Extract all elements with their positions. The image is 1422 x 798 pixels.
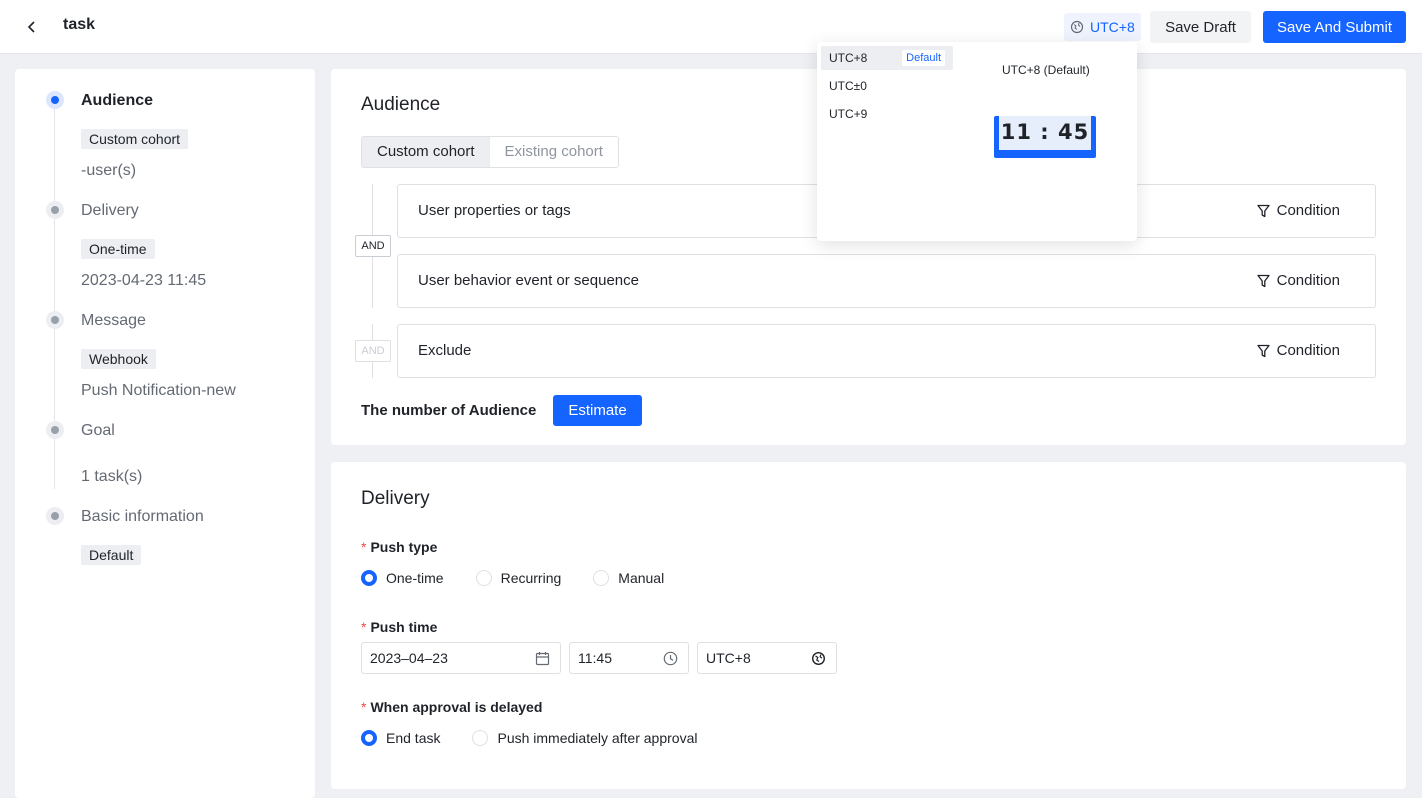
estimate-button[interactable]: Estimate [553,395,642,426]
step-dot-audience [46,91,64,109]
radio-one-time[interactable]: One-time [361,570,444,586]
required-mark: * [361,539,367,555]
tz-preview-label: UTC+8 (Default) [1002,63,1090,77]
top-header: task UTC+8 Save Draft Save And Submit [0,0,1422,54]
step-title-message[interactable]: Message [81,312,146,330]
step-dot-basic-info [46,507,64,525]
audience-count-label: The number of Audience [361,402,537,419]
condition-row-behavior: User behavior event or sequence Conditio… [397,254,1376,308]
step-title-basic-info[interactable]: Basic information [81,508,204,526]
step-tag-delivery: One-time [81,239,155,259]
required-mark: * [361,699,367,715]
required-mark: * [361,619,367,635]
add-condition-button[interactable]: Condition [1256,272,1340,289]
and-operator-chip[interactable]: AND [355,235,391,257]
default-badge: Default [902,50,945,66]
globe-icon [1070,20,1084,34]
tz-option-utc8[interactable]: UTC+8 Default [821,46,953,70]
filter-icon [1256,344,1270,357]
radio-end-task[interactable]: End task [361,730,440,746]
approval-radio-group: End task Push immediately after approval [361,730,729,746]
tab-existing-cohort[interactable]: Existing cohort [489,137,618,167]
delivery-section-title: Delivery [361,488,430,509]
save-draft-button[interactable]: Save Draft [1150,11,1251,43]
step-title-audience[interactable]: Audience [81,92,153,110]
step-sub-audience: -user(s) [81,162,137,179]
cohort-segmented-control: Custom cohort Existing cohort [361,136,619,168]
step-title-delivery[interactable]: Delivery [81,202,139,220]
condition-button-label: Condition [1276,202,1340,219]
step-tag-basic-info: Default [81,545,142,565]
radio-push-after-approval[interactable]: Push immediately after approval [472,730,697,746]
push-type-label: * Push type [361,539,438,555]
step-dot-delivery [46,201,64,219]
time-picker-input[interactable]: 11:45 [569,642,689,674]
delivery-card: Delivery * Push type One-time Recurring M… [331,462,1406,789]
step-dot-goal [46,421,64,439]
page-title: task [63,16,96,33]
back-arrow-icon[interactable] [22,17,42,37]
add-condition-button[interactable]: Condition [1256,342,1340,359]
timezone-button[interactable]: UTC+8 [1064,13,1141,41]
exclude-and-chip: AND [355,340,391,362]
condition-label: User properties or tags [418,202,571,219]
step-sub-delivery: 2023-04-23 11:45 [81,272,207,289]
timezone-select[interactable]: UTC+8 [697,642,837,674]
audience-section-title: Audience [361,94,441,115]
step-sub-goal: 1 task(s) [81,468,143,485]
condition-button-label: Condition [1276,272,1340,289]
condition-label: User behavior event or sequence [418,272,639,289]
radio-recurring[interactable]: Recurring [475,570,561,586]
tz-option-utc0[interactable]: UTC±0 [821,74,953,98]
step-sidebar: Audience Custom cohort -user(s) Delivery… [15,69,315,798]
save-submit-button[interactable]: Save And Submit [1263,11,1406,43]
add-condition-button[interactable]: Condition [1256,202,1340,219]
timezone-label: UTC+8 [1090,19,1135,35]
globe-icon [811,651,826,666]
approval-delay-label: * When approval is delayed [361,699,543,715]
filter-icon [1256,274,1270,287]
calendar-icon [535,652,550,666]
condition-button-label: Condition [1276,342,1340,359]
date-picker-input[interactable]: 2023–04–23 [361,642,561,674]
push-type-radio-group: One-time Recurring Manual [361,570,696,586]
step-tag-message: Webhook [81,349,156,369]
step-tag-audience: Custom cohort [81,129,189,149]
tz-clock-preview: 11 : 45 [994,116,1096,158]
timezone-dropdown: UTC+8 Default UTC±0 UTC+9 UTC+8 (Default… [817,42,1137,241]
step-title-goal[interactable]: Goal [81,422,115,440]
push-time-label: * Push time [361,619,438,635]
radio-manual[interactable]: Manual [593,570,664,586]
step-dot-message [46,311,64,329]
clock-icon [663,651,678,666]
step-sub-message: Push Notification-new [81,382,236,399]
tab-custom-cohort[interactable]: Custom cohort [362,137,490,167]
filter-icon [1256,204,1270,217]
condition-row-exclude: Exclude Condition [397,324,1376,378]
tz-option-utc9[interactable]: UTC+9 [821,102,953,126]
condition-label: Exclude [418,342,472,359]
tz-clock-time: 11 : 45 [999,116,1091,150]
